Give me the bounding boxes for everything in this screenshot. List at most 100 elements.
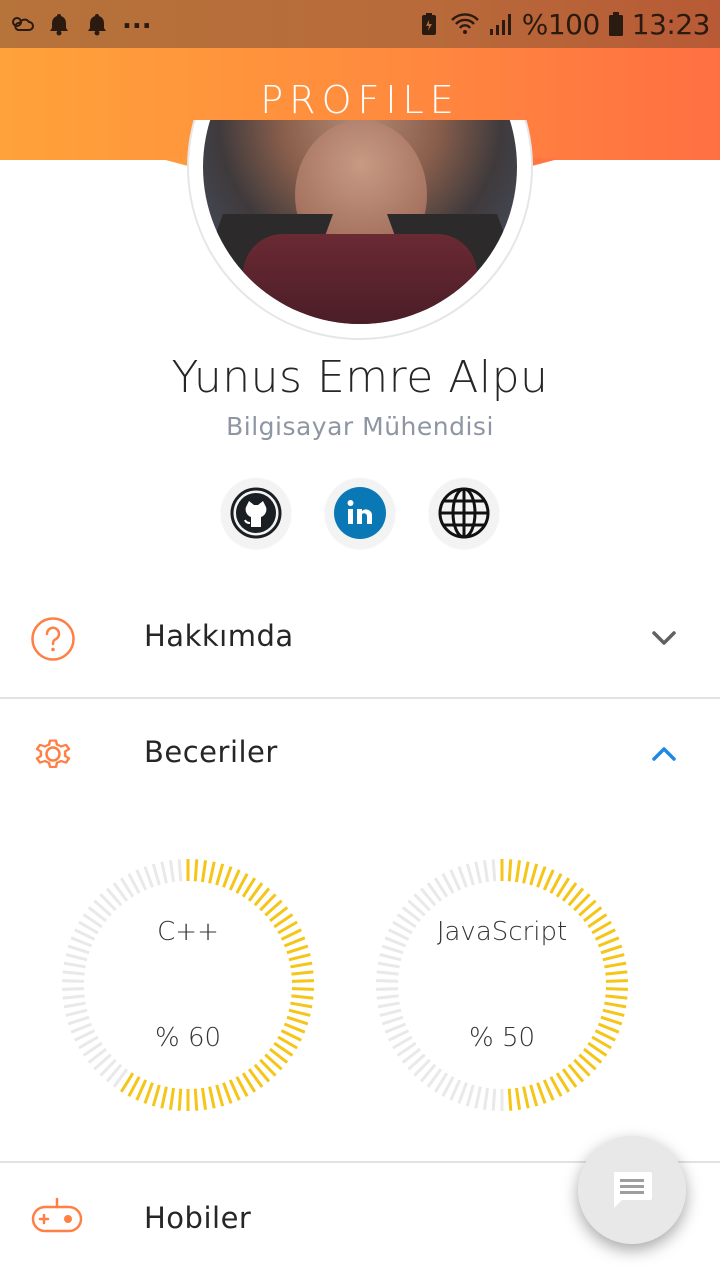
progress-tick-empty	[449, 1079, 462, 1101]
progress-tick-empty	[63, 1001, 86, 1009]
website-button[interactable]	[429, 478, 499, 548]
more-notifications-indicator: ...	[122, 5, 152, 35]
skill-ring	[62, 859, 314, 1111]
avatar-frame	[187, 120, 533, 340]
progress-tick-filled	[522, 1086, 530, 1109]
progress-tick-empty	[62, 994, 85, 1000]
chevron-down-icon[interactable]	[648, 627, 680, 649]
progress-tick-filled	[286, 944, 309, 955]
progress-tick-filled	[507, 1088, 513, 1111]
github-button[interactable]	[221, 478, 291, 548]
gamepad-icon	[31, 1197, 83, 1233]
help-circle-icon	[31, 617, 75, 661]
progress-tick-filled	[291, 970, 314, 976]
progress-tick-empty	[465, 863, 475, 886]
status-left: ...	[8, 5, 152, 40]
progress-tick-empty	[482, 1087, 490, 1110]
social-links	[0, 478, 720, 548]
progress-tick-filled	[228, 1079, 241, 1101]
section-hobbies-label: Hobiler	[144, 1201, 252, 1235]
progress-tick-empty	[177, 859, 183, 882]
progress-tick-filled	[193, 1088, 199, 1111]
section-about-header[interactable]: Hakkımda	[0, 583, 720, 693]
status-right: %100 13:23	[416, 6, 711, 42]
progress-tick-filled	[514, 1087, 522, 1110]
progress-tick-empty	[377, 1001, 400, 1009]
battery-icon	[608, 12, 623, 36]
progress-tick-empty	[449, 869, 462, 891]
progress-tick-filled	[536, 866, 547, 888]
progress-tick-filled	[291, 979, 314, 983]
progress-tick-empty	[62, 979, 85, 983]
progress-tick-empty	[376, 987, 399, 991]
progress-tick-empty	[379, 953, 402, 962]
progress-tick-filled	[291, 994, 314, 1000]
skill-name: C++	[157, 917, 219, 947]
section-skills-header[interactable]: Beceriler	[0, 699, 720, 809]
progress-tick-filled	[200, 1087, 208, 1110]
progress-tick-empty	[474, 861, 482, 884]
progress-tick-filled	[602, 1008, 625, 1017]
progress-tick-filled	[604, 1001, 627, 1009]
progress-tick-filled	[222, 1082, 233, 1104]
skill-progress-cpp: C++ % 60	[58, 855, 318, 1115]
progress-tick-filled	[200, 860, 208, 883]
progress-tick-filled	[605, 970, 628, 976]
chat-fab[interactable]	[578, 1136, 686, 1244]
progress-tick-empty	[376, 979, 399, 983]
chat-icon	[614, 1172, 652, 1208]
progress-tick-filled	[542, 1079, 555, 1101]
page-title: PROFILE	[260, 78, 460, 122]
skill-percent: % 60	[154, 1023, 222, 1053]
skill-progress-javascript: JavaScript % 50	[372, 855, 632, 1115]
progress-tick-empty	[65, 953, 88, 962]
chevron-up-icon[interactable]	[648, 743, 680, 765]
progress-tick-filled	[290, 961, 313, 969]
progress-tick-filled	[177, 1088, 183, 1111]
globe-icon	[438, 487, 490, 539]
skill-percent: % 50	[468, 1023, 536, 1053]
github-icon	[230, 487, 282, 539]
gear-icon	[35, 739, 71, 768]
progress-tick-filled	[228, 869, 241, 891]
progress-tick-filled	[215, 1084, 225, 1107]
profile-title: Bilgisayar Mühendisi	[226, 412, 494, 441]
progress-tick-filled	[215, 863, 225, 886]
notification-bell-icon	[50, 14, 68, 36]
progress-tick-filled	[542, 869, 555, 891]
progress-tick-filled	[604, 961, 627, 969]
progress-tick-empty	[62, 987, 85, 991]
skill-name: JavaScript	[436, 917, 568, 947]
progress-tick-empty	[457, 1082, 468, 1104]
progress-tick-empty	[160, 861, 168, 884]
profile-photo-shirt	[243, 234, 477, 324]
progress-tick-empty	[63, 961, 86, 969]
progress-tick-filled	[605, 987, 628, 991]
progress-tick-filled	[536, 1082, 547, 1104]
progress-tick-empty	[376, 994, 399, 1000]
weather-cloudy-icon	[12, 17, 34, 31]
wifi-icon	[450, 13, 479, 34]
progress-tick-empty	[62, 970, 85, 976]
progress-tick-filled	[522, 861, 530, 884]
progress-tick-filled	[507, 859, 513, 882]
progress-tick-filled	[288, 1008, 311, 1017]
progress-tick-filled	[193, 859, 199, 882]
progress-tick-filled	[168, 1087, 176, 1110]
progress-tick-filled	[600, 944, 623, 955]
progress-tick-empty	[457, 866, 468, 888]
progress-tick-empty	[376, 970, 399, 976]
progress-tick-empty	[65, 1008, 88, 1017]
linkedin-button[interactable]	[325, 478, 395, 548]
skill-ring	[376, 859, 628, 1111]
battery-percent: %100	[521, 7, 601, 41]
progress-tick-filled	[290, 1001, 313, 1009]
progress-tick-filled	[288, 953, 311, 962]
progress-tick-empty	[379, 1008, 402, 1017]
progress-tick-empty	[377, 961, 400, 969]
progress-tick-filled	[208, 1086, 216, 1109]
status-bar: ... %100 13:23	[0, 0, 720, 48]
progress-tick-filled	[151, 1084, 161, 1107]
progress-tick-filled	[602, 953, 625, 962]
notification-bell-icon	[88, 14, 106, 36]
